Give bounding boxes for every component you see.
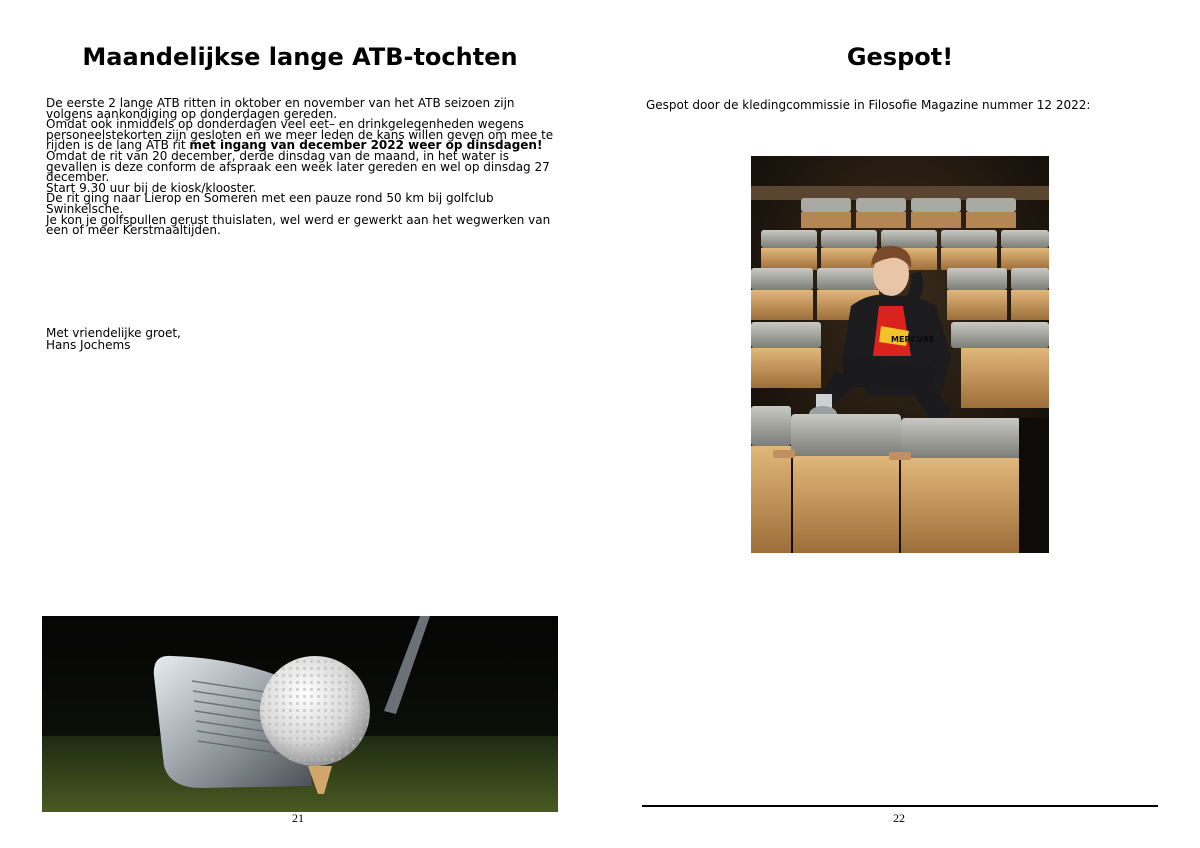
page-title: Gespot! bbox=[846, 43, 954, 71]
woman-in-auditorium-photo: MERCURE bbox=[751, 156, 1049, 553]
page-number: 22 bbox=[893, 811, 905, 825]
paragraph: De eerste 2 lange ATB ritten in oktober … bbox=[46, 96, 515, 121]
paragraph: Omdat ook inmiddels op donderdagen veel … bbox=[46, 118, 561, 151]
shirt-print: MERCURE bbox=[891, 335, 935, 344]
page-number: 21 bbox=[292, 811, 304, 825]
paragraph: De rit ging naar Lierop en Someren met e… bbox=[46, 191, 494, 216]
signoff: Met vriendelijke groet, Hans Jochems bbox=[46, 327, 181, 352]
signature: Hans Jochems bbox=[46, 337, 131, 352]
paragraph: Omdat de rit van 20 december, derde dins… bbox=[46, 148, 550, 185]
footer-rule bbox=[642, 805, 1158, 807]
page-title: Maandelijkse lange ATB-tochten bbox=[82, 43, 518, 71]
golf-photo bbox=[42, 616, 558, 812]
article-body: De eerste 2 lange ATB ritten in oktober … bbox=[46, 96, 561, 238]
right-page: Gespot! Gespot door de kledingcommissie … bbox=[600, 0, 1200, 848]
intro-text: Gespot door de kledingcommissie in Filos… bbox=[646, 98, 1091, 112]
paragraph: Je kon je golfspullen gerust thuislaten,… bbox=[46, 212, 551, 238]
left-page: Maandelijkse lange ATB-tochten De eerste… bbox=[0, 0, 600, 848]
